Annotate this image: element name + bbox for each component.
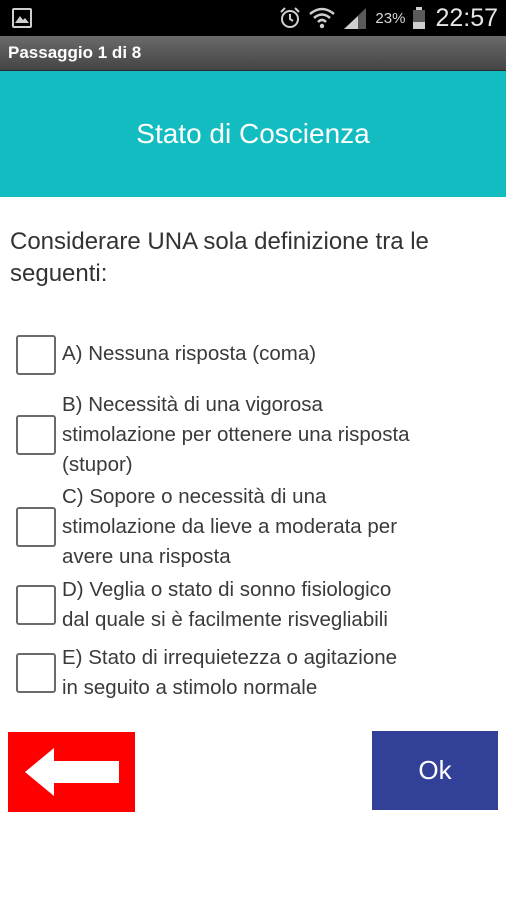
option-e[interactable]: E) Stato di irrequietezza o agitazione i…	[16, 643, 496, 703]
option-d-checkbox[interactable]	[16, 585, 56, 625]
section-header: Stato di Coscienza	[0, 71, 506, 197]
page-title: Stato di Coscienza	[136, 118, 370, 149]
option-c[interactable]: C) Sopore o necessità di una stimolazion…	[16, 482, 496, 572]
option-e-label: E) Stato di irrequietezza o agitazione i…	[62, 646, 398, 699]
option-e-checkbox[interactable]	[16, 653, 56, 693]
wifi-icon	[309, 7, 336, 29]
status-bar: 23% 22:57	[0, 0, 506, 36]
option-c-checkbox[interactable]	[16, 507, 56, 547]
option-b-checkbox[interactable]	[16, 415, 56, 455]
ok-button-label: Ok	[418, 755, 452, 785]
option-d[interactable]: D) Veglia o stato di sonno fisiologico d…	[16, 575, 496, 635]
step-indicator: Passaggio 1 di 8	[8, 43, 142, 62]
option-a-checkbox[interactable]	[16, 335, 56, 375]
option-d-label: D) Veglia o stato di sonno fisiologico d…	[62, 578, 392, 631]
step-bar: Passaggio 1 di 8	[0, 36, 506, 71]
status-time: 22:57	[435, 3, 498, 32]
arrow-left-icon	[25, 748, 119, 796]
battery-percent: 23%	[375, 9, 406, 27]
instruction-text: Considerare UNA sola definizione tra le …	[10, 228, 429, 287]
option-b[interactable]: B) Necessità di una vigorosa stimolazion…	[16, 390, 496, 480]
alarm-icon	[280, 7, 301, 28]
option-c-label: C) Sopore o necessità di una stimolazion…	[62, 485, 398, 568]
option-a[interactable]: A) Nessuna risposta (coma)	[16, 335, 496, 375]
option-a-label: A) Nessuna risposta (coma)	[62, 342, 317, 365]
signal-icon	[344, 8, 367, 29]
option-b-label: B) Necessità di una vigorosa stimolazion…	[62, 393, 410, 476]
gallery-icon	[12, 8, 32, 28]
back-button[interactable]	[8, 732, 135, 812]
battery-icon	[413, 7, 426, 29]
ok-button[interactable]: Ok	[372, 731, 498, 810]
